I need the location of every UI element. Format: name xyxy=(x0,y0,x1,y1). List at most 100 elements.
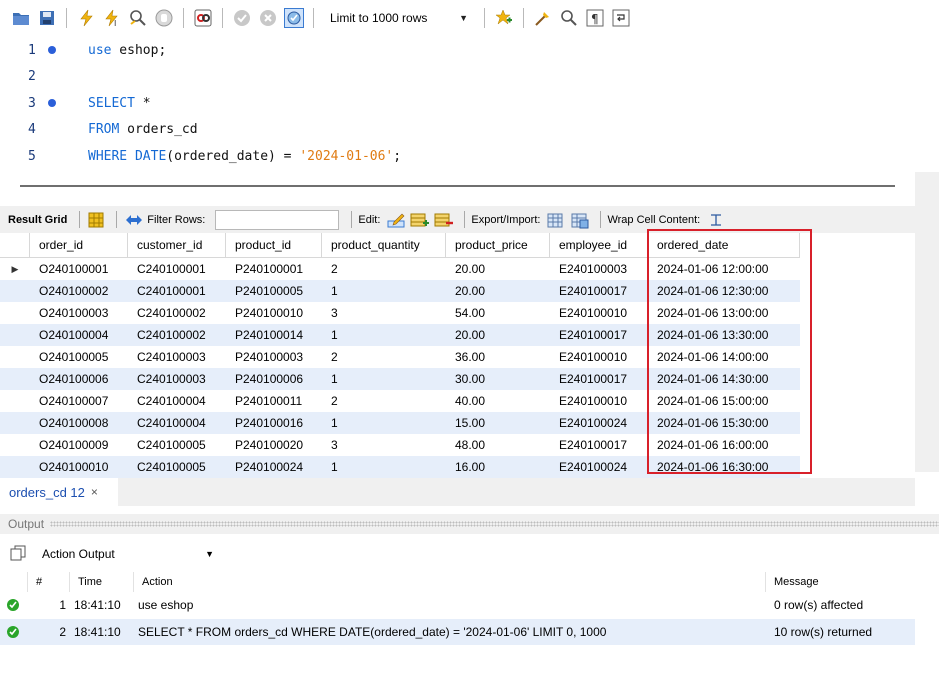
column-header-customer-id[interactable]: customer_id xyxy=(128,233,226,258)
output-row[interactable]: 1 18:41:10 use eshop 0 row(s) affected xyxy=(0,592,915,618)
delete-row-icon[interactable] xyxy=(434,210,454,230)
table-cell[interactable]: O240100009 xyxy=(30,434,128,456)
table-cell[interactable]: P240100024 xyxy=(226,456,322,478)
table-cell[interactable]: 2 xyxy=(322,390,446,412)
table-cell[interactable]: E240100017 xyxy=(550,368,648,390)
rollback-icon[interactable] xyxy=(257,7,279,29)
table-cell[interactable]: E240100010 xyxy=(550,346,648,368)
table-cell[interactable]: 40.00 xyxy=(446,390,550,412)
table-cell[interactable]: C240100005 xyxy=(128,434,226,456)
table-cell[interactable]: 30.00 xyxy=(446,368,550,390)
execute-current-icon[interactable]: I xyxy=(101,7,123,29)
table-cell[interactable]: P240100011 xyxy=(226,390,322,412)
table-cell[interactable]: O240100004 xyxy=(30,324,128,346)
table-cell[interactable]: 48.00 xyxy=(446,434,550,456)
table-cell[interactable]: C240100001 xyxy=(128,280,226,302)
table-cell[interactable]: 15.00 xyxy=(446,412,550,434)
output-row[interactable]: 2 18:41:10 SELECT * FROM orders_cd WHERE D… xyxy=(0,619,915,645)
table-cell[interactable]: C240100003 xyxy=(128,368,226,390)
column-header-product-price[interactable]: product_price xyxy=(446,233,550,258)
row-marker[interactable] xyxy=(0,434,30,456)
table-cell[interactable]: O240100008 xyxy=(30,412,128,434)
table-cell[interactable]: E240100017 xyxy=(550,280,648,302)
table-cell[interactable]: C240100001 xyxy=(128,258,226,280)
code-line[interactable]: 4 FROM orders_cd xyxy=(0,120,939,140)
table-cell[interactable]: 3 xyxy=(322,434,446,456)
table-cell[interactable]: C240100003 xyxy=(128,346,226,368)
row-marker[interactable] xyxy=(0,302,30,324)
table-cell[interactable]: 1 xyxy=(322,324,446,346)
limit-rows-select[interactable]: Limit to 1000 rows ▼ xyxy=(324,7,474,29)
table-cell[interactable]: 1 xyxy=(322,280,446,302)
table-cell[interactable]: E240100010 xyxy=(550,390,648,412)
execute-icon[interactable] xyxy=(75,7,97,29)
grid-layout-icon[interactable] xyxy=(86,210,106,230)
import-icon[interactable] xyxy=(570,210,590,230)
table-cell[interactable]: O240100007 xyxy=(30,390,128,412)
column-header-product-id[interactable]: product_id xyxy=(226,233,322,258)
table-cell[interactable]: 1 xyxy=(322,368,446,390)
add-snippet-icon[interactable] xyxy=(493,7,515,29)
table-cell[interactable]: O240100006 xyxy=(30,368,128,390)
output-type-select[interactable]: Action Output ▼ xyxy=(38,543,220,565)
table-cell[interactable]: C240100002 xyxy=(128,324,226,346)
table-cell[interactable]: P240100005 xyxy=(226,280,322,302)
table-cell[interactable]: 54.00 xyxy=(446,302,550,324)
table-cell[interactable]: E240100010 xyxy=(550,302,648,324)
row-marker[interactable] xyxy=(0,456,30,478)
table-cell[interactable]: P240100001 xyxy=(226,258,322,280)
find-icon[interactable] xyxy=(558,7,580,29)
table-cell[interactable]: P240100003 xyxy=(226,346,322,368)
code-line[interactable]: 1 use eshop; xyxy=(0,40,939,60)
table-cell[interactable]: 3 xyxy=(322,302,446,324)
editor-splitter[interactable] xyxy=(0,172,915,200)
table-cell[interactable]: E240100017 xyxy=(550,434,648,456)
table-cell[interactable]: 2 xyxy=(322,258,446,280)
table-cell[interactable]: 1 xyxy=(322,456,446,478)
table-cell[interactable]: C240100005 xyxy=(128,456,226,478)
save-icon[interactable] xyxy=(36,7,58,29)
row-marker[interactable] xyxy=(0,346,30,368)
table-cell[interactable]: C240100004 xyxy=(128,412,226,434)
table-cell[interactable]: E240100003 xyxy=(550,258,648,280)
table-cell[interactable]: O240100001 xyxy=(30,258,128,280)
table-cell[interactable]: E240100017 xyxy=(550,324,648,346)
row-marker[interactable] xyxy=(0,368,30,390)
wrap-icon[interactable] xyxy=(610,7,632,29)
stop-icon[interactable] xyxy=(153,7,175,29)
column-header-order-id[interactable]: order_id xyxy=(30,233,128,258)
table-cell[interactable]: 36.00 xyxy=(446,346,550,368)
table-cell[interactable]: O240100005 xyxy=(30,346,128,368)
table-cell[interactable]: P240100010 xyxy=(226,302,322,324)
table-cell[interactable]: P240100006 xyxy=(226,368,322,390)
row-marker[interactable] xyxy=(0,390,30,412)
table-cell[interactable]: 20.00 xyxy=(446,258,550,280)
row-marker[interactable] xyxy=(0,412,30,434)
table-cell[interactable]: E240100024 xyxy=(550,412,648,434)
code-line[interactable]: 2 xyxy=(0,67,939,87)
copy-icon[interactable] xyxy=(10,545,26,564)
table-cell[interactable]: C240100004 xyxy=(128,390,226,412)
filter-rows-input[interactable] xyxy=(215,209,340,230)
row-marker[interactable] xyxy=(0,324,30,346)
code-line[interactable]: 3 SELECT * xyxy=(0,93,939,113)
table-cell[interactable]: P240100020 xyxy=(226,434,322,456)
table-cell[interactable]: 2 xyxy=(322,346,446,368)
open-folder-icon[interactable] xyxy=(10,7,32,29)
close-icon[interactable]: × xyxy=(91,485,98,499)
table-cell[interactable]: E240100024 xyxy=(550,456,648,478)
autocommit-icon[interactable] xyxy=(283,7,305,29)
sql-editor[interactable]: 1 use eshop; 2 3 SELECT * 4 FROM orders_cd 5 WHE… xyxy=(0,36,939,170)
beautify-icon[interactable] xyxy=(532,7,554,29)
code-line[interactable]: 5 WHERE DATE(ordered_date) = '2024-01-06'… xyxy=(0,146,939,166)
table-cell[interactable]: 16.00 xyxy=(446,456,550,478)
edit-row-icon[interactable] xyxy=(386,210,406,230)
result-grid-label[interactable]: Result Grid xyxy=(8,214,67,226)
invisible-chars-icon[interactable]: ¶ xyxy=(584,7,606,29)
wrap-cell-icon[interactable] xyxy=(706,210,726,230)
table-cell[interactable]: 1 xyxy=(322,412,446,434)
table-cell[interactable]: O240100010 xyxy=(30,456,128,478)
commit-icon[interactable] xyxy=(231,7,253,29)
explain-icon[interactable] xyxy=(127,7,149,29)
current-row-icon[interactable]: ▶ xyxy=(0,258,30,280)
